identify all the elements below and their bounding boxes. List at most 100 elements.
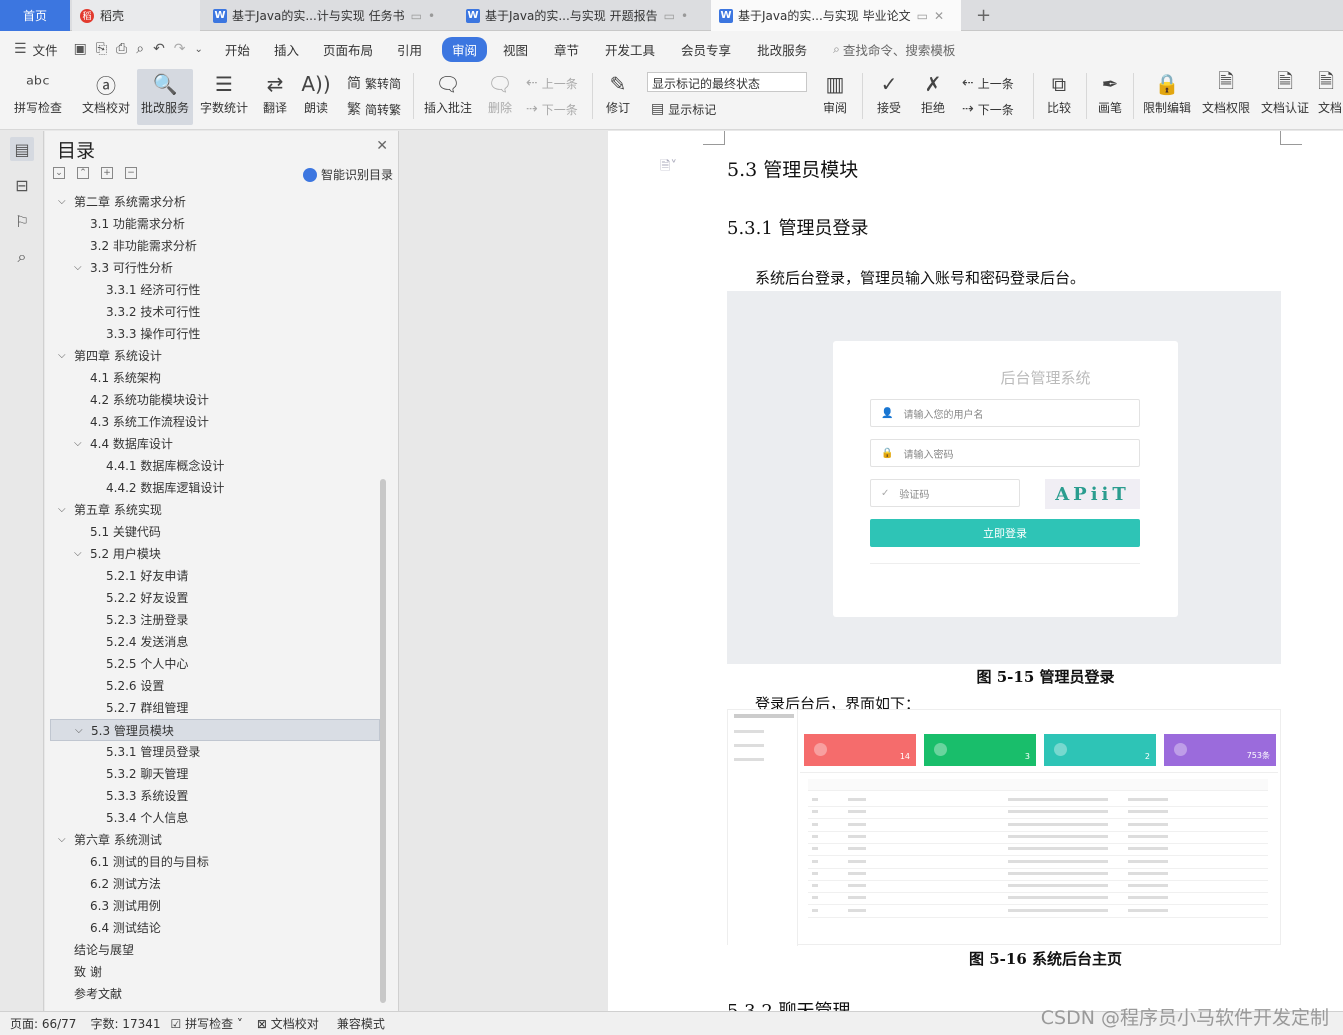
toc-item[interactable]: 5.3.1 管理员登录 — [50, 741, 380, 763]
simp2trad-button[interactable]: 繁简转繁 — [347, 99, 401, 119]
chevron-down-icon[interactable]: ⌵ — [74, 257, 82, 279]
toc-item[interactable]: 4.3 系统工作流程设计 — [50, 411, 380, 433]
tab-document-3[interactable]: W 基于Java的实...与实现 毕业论文 ▭ ✕ — [711, 0, 961, 31]
chevron-down-icon[interactable]: ⌵ — [74, 543, 82, 565]
toc-item[interactable]: 6.1 测试的目的与目标 — [50, 851, 380, 873]
export-icon[interactable]: ⎘ — [96, 41, 107, 57]
doc-auth-button[interactable]: 🗎 文档认证 — [1259, 69, 1311, 125]
menu-start[interactable]: 开始 — [225, 37, 250, 62]
toc-item[interactable]: 5.3.3 系统设置 — [50, 785, 380, 807]
restrict-edit-button[interactable]: 🔒 限制编辑 — [1141, 69, 1193, 125]
revise-button[interactable]: ✎ 修订 — [599, 69, 637, 125]
show-marks-button[interactable]: ▤ 显示标记 — [651, 99, 716, 119]
more-doc-button[interactable]: 🗎 文档 — [1318, 69, 1343, 125]
toc-item[interactable]: 3.3.2 技术可行性 — [50, 301, 380, 323]
toc-item[interactable]: 致 谢 — [50, 961, 380, 983]
tab-document-1[interactable]: W 基于Java的实...计与实现 任务书 ▭ • — [205, 0, 453, 31]
collapse-icon[interactable]: ⌄ — [53, 167, 65, 179]
toc-item[interactable]: 5.2.3 注册登录 — [50, 609, 380, 631]
preview-icon[interactable]: ⌕ — [136, 41, 144, 57]
redo-icon[interactable]: ↷ — [174, 41, 186, 57]
trad2simp-button[interactable]: 简繁转简 — [347, 73, 401, 93]
menu-devtools[interactable]: 开发工具 — [605, 37, 655, 62]
toc-item[interactable]: 3.3.1 经济可行性 — [50, 279, 380, 301]
prev-change-button[interactable]: ⇠ 上一条 — [962, 73, 1014, 93]
toc-item[interactable]: 4.4.2 数据库逻辑设计 — [50, 477, 380, 499]
chevron-down-icon[interactable]: ⌵ — [75, 720, 83, 742]
toc-item[interactable]: 6.3 测试用例 — [50, 895, 380, 917]
toc-item[interactable]: 5.2.4 发送消息 — [50, 631, 380, 653]
toc-item[interactable]: ⌵ 4.4 数据库设计 — [50, 433, 380, 455]
toc-item[interactable]: 结论与展望 — [50, 939, 380, 961]
smart-toc-button[interactable]: 智能识别目录 — [302, 166, 393, 183]
chevron-down-icon[interactable]: ⌵ — [58, 499, 66, 521]
menu-chapter[interactable]: 章节 — [554, 37, 579, 62]
bookmark-icon[interactable]: ⚐ — [10, 209, 34, 233]
review-pane-button[interactable]: ▥ 审阅 — [816, 69, 854, 125]
reject-button[interactable]: ✗ 拒绝 — [914, 69, 952, 125]
toc-item[interactable]: 5.2.2 好友设置 — [50, 587, 380, 609]
menu-file[interactable]: 文件 — [33, 37, 58, 62]
chevron-down-icon[interactable]: ⌵ — [58, 829, 66, 851]
chevron-down-icon[interactable]: ⌵ — [58, 191, 66, 213]
page-indicator[interactable]: 页面: 66/77 — [10, 1015, 76, 1032]
menu-reference[interactable]: 引用 — [397, 37, 422, 62]
menu-view[interactable]: 视图 — [503, 37, 528, 62]
toc-item[interactable]: 3.1 功能需求分析 — [50, 213, 380, 235]
menu-review[interactable]: 审阅 — [441, 36, 487, 62]
toc-item[interactable]: ⌵ 第二章 系统需求分析 — [50, 191, 380, 213]
toc-item[interactable]: 5.3.2 聊天管理 — [50, 763, 380, 785]
next-change-button[interactable]: ⇢ 下一条 — [962, 99, 1014, 119]
spellcheck-button[interactable]: ᵃᵇᶜ 拼写检查 — [8, 69, 68, 125]
toc-item[interactable]: 5.2.6 设置 — [50, 675, 380, 697]
delete-comment-button[interactable]: 🗨 删除 — [482, 69, 518, 125]
toc-item[interactable]: 5.1 关键代码 — [50, 521, 380, 543]
toc-item[interactable]: 3.3.3 操作可行性 — [50, 323, 380, 345]
close-icon[interactable]: ✕ — [934, 9, 944, 23]
doc-permission-button[interactable]: 🗎 文档权限 — [1200, 69, 1252, 125]
toc-item[interactable]: 5.2.1 好友申请 — [50, 565, 380, 587]
toc-panel-icon[interactable]: ▤ — [10, 137, 34, 161]
toc-item[interactable]: 6.2 测试方法 — [50, 873, 380, 895]
command-search[interactable]: 查找命令、搜索模板 — [843, 37, 956, 62]
tab-home[interactable]: 首页 — [0, 0, 70, 31]
toc-item[interactable]: 参考文献 — [50, 983, 380, 1005]
prev-comment-button[interactable]: ⇠ 上一条 — [526, 73, 578, 93]
toc-item[interactable]: ⌵ 5.3 管理员模块 — [50, 719, 380, 741]
chapter-nav-icon[interactable]: ⊟ — [10, 173, 34, 197]
chevron-down-icon[interactable]: ⌄ — [195, 44, 203, 55]
next-comment-button[interactable]: ⇢ 下一条 — [526, 99, 578, 119]
hamburger-icon[interactable]: ☰ — [14, 41, 27, 57]
toc-item[interactable]: 3.2 非功能需求分析 — [50, 235, 380, 257]
toc-item[interactable]: ⌵ 第六章 系统测试 — [50, 829, 380, 851]
accept-button[interactable]: ✓ 接受 — [870, 69, 908, 125]
menu-member[interactable]: 会员专享 — [681, 37, 731, 62]
toc-scrollbar[interactable] — [380, 479, 386, 1003]
spellcheck-status[interactable]: ☑ 拼写检查 ˅ — [171, 1015, 243, 1032]
toc-item[interactable]: 4.4.1 数据库概念设计 — [50, 455, 380, 477]
undo-icon[interactable]: ↶ — [153, 41, 165, 57]
chevron-down-icon[interactable]: ⌵ — [74, 433, 82, 455]
toc-item[interactable]: ⌵ 第四章 系统设计 — [50, 345, 380, 367]
close-icon[interactable]: ✕ — [376, 138, 388, 154]
toc-item[interactable]: ⌵ 5.2 用户模块 — [50, 543, 380, 565]
document-page[interactable]: 🗎˅ 5.3 管理员模块 5.3.1 管理员登录 系统后台登录，管理员输入账号和… — [608, 131, 1343, 1011]
search-icon[interactable]: ⌕ — [10, 245, 34, 269]
menu-layout[interactable]: 页面布局 — [323, 37, 373, 62]
toc-item[interactable]: ⌵ 3.3 可行性分析 — [50, 257, 380, 279]
print-icon[interactable]: ⎙ — [116, 41, 127, 57]
compare-button[interactable]: ⧉ 比较 — [1040, 69, 1078, 125]
markup-state-select[interactable]: 显示标记的最终状态 — [647, 72, 807, 92]
word-count[interactable]: 字数: 17341 — [90, 1015, 160, 1032]
tab-daoke[interactable]: 稻稻壳 — [72, 0, 200, 31]
menu-correction[interactable]: 批改服务 — [757, 37, 807, 62]
pen-button[interactable]: ✒ 画笔 — [1094, 69, 1126, 125]
add-entry-icon[interactable]: + — [101, 167, 113, 179]
remove-entry-icon[interactable]: − — [125, 167, 137, 179]
read-aloud-button[interactable]: A)) 朗读 — [300, 69, 332, 125]
toc-item[interactable]: 5.3.4 个人信息 — [50, 807, 380, 829]
toc-item[interactable]: 5.2.7 群组管理 — [50, 697, 380, 719]
toc-item[interactable]: 6.4 测试结论 — [50, 917, 380, 939]
toc-item[interactable]: 4.1 系统架构 — [50, 367, 380, 389]
insert-comment-button[interactable]: 🗨 插入批注 — [420, 69, 476, 125]
